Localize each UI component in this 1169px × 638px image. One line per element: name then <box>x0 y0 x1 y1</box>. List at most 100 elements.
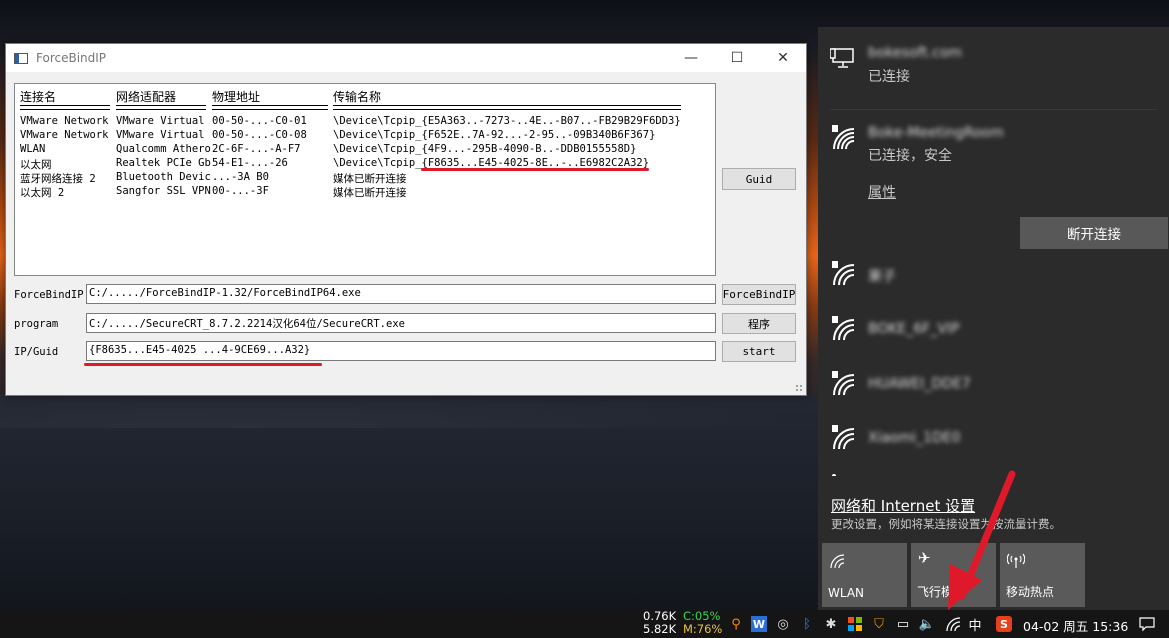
connected-wifi[interactable]: Boke-MeetingRoom 已连接，安全 属性 断开连接 <box>818 117 1169 267</box>
table-cell-mac: 2C-6F-...-A-F7 <box>212 143 301 155</box>
close-button[interactable]: ✕ <box>760 44 806 72</box>
table-cell-transport: \Device\Tcpip_{E5A363..-7273-..4E..-B07.… <box>333 115 681 127</box>
table-cell-mac: 00-50-...-C0-08 <box>212 129 307 141</box>
column-header-adapter[interactable]: 网络适配器 <box>116 88 176 105</box>
table-cell-name: 以太网 2 <box>20 187 65 199</box>
window-title: ForceBindIP <box>36 51 107 65</box>
forcebindip-path-field[interactable]: C:/...../ForceBindIP-1.32/ForceBindIP64.… <box>86 284 716 304</box>
connected-wifi-status: 已连接，安全 <box>868 148 952 164</box>
wifi-secure-icon <box>832 316 855 341</box>
table-cell-mac: 54-E1-...-26 <box>212 157 288 169</box>
wifi-secure-icon <box>832 371 855 396</box>
red-underline-annotation <box>421 168 649 171</box>
table-cell-transport: 媒体已断开连接 <box>333 173 407 185</box>
table-cell-mac: 00-50-...-C0-01 <box>212 115 307 127</box>
airplane-icon: ✈ <box>918 549 931 567</box>
program-browse-button[interactable]: 程序 <box>722 313 796 334</box>
system-usage-readout: C:05% M:76% <box>683 610 722 636</box>
wechat-icon[interactable]: ◎ <box>775 616 791 632</box>
wired-status: 已连接 <box>868 69 910 85</box>
table-cell-name: VMware Network <box>20 129 109 141</box>
program-path-field[interactable]: C:/...../SecureCRT_8.7.2.2214汉化64位/Secur… <box>86 313 716 333</box>
net-down-speed: 5.82K <box>643 622 677 636</box>
table-cell-transport: \Device\Tcpip_{F652E..7A-92...-2-95..-09… <box>333 129 656 141</box>
minimize-button[interactable]: — <box>668 44 714 72</box>
column-header-mac[interactable]: 物理地址 <box>212 88 260 105</box>
wallpaper-mountains <box>0 395 820 615</box>
wlan-tile[interactable]: WLAN <box>822 543 907 607</box>
table-cell-mac: ...-3A B0 <box>212 171 269 183</box>
ipguid-label: IP/Guid <box>14 346 59 358</box>
header-divider <box>20 105 110 110</box>
windows-defender-icon[interactable] <box>847 616 863 632</box>
red-underline-annotation <box>84 363 322 366</box>
wifi-secure-icon <box>832 425 855 450</box>
header-divider <box>116 105 206 110</box>
table-cell-transport: \Device\Tcpip_{4F9...-295B-4090-B..-DDB0… <box>333 143 637 155</box>
maximize-button[interactable]: ☐ <box>714 44 760 72</box>
wifi-icon <box>830 554 845 569</box>
forcebindip-window: ForceBindIP — ☐ ✕ 连接名 网络适配器 物理地址 传输名称 VM… <box>5 43 807 396</box>
bluetooth-icon[interactable]: ᛒ <box>799 616 815 632</box>
app-icon <box>14 52 28 64</box>
wifi-network-name: Xiaomi_1DE0 <box>868 430 961 446</box>
table-cell-mac: 00-...-3F <box>212 185 269 197</box>
guid-button[interactable]: Guid <box>722 168 796 190</box>
start-button[interactable]: start <box>722 341 796 362</box>
header-divider <box>212 105 328 110</box>
title-bar[interactable]: ForceBindIP — ☐ ✕ <box>6 44 806 72</box>
wlan-tile-label: WLAN <box>828 586 865 600</box>
network-speed-readout: 0.76K 5.82K <box>643 610 676 636</box>
red-arrow-annotation <box>948 470 1016 610</box>
wifi-secure-icon <box>832 261 855 286</box>
table-cell-adapter: VMware Virtual <box>116 129 205 141</box>
ethernet-icon <box>830 48 854 68</box>
more-networks-peek <box>832 474 836 480</box>
sogou-ime-icon[interactable]: S <box>996 616 1012 632</box>
wired-connection[interactable]: bokesoft.com 已连接 <box>818 27 1169 107</box>
forcebindip-browse-button[interactable]: ForceBindIP <box>722 284 796 305</box>
volume-icon[interactable]: 🔈 <box>919 616 935 632</box>
header-divider <box>333 105 681 110</box>
clock[interactable]: 04-02 周五 15:36 <box>1023 616 1128 635</box>
properties-link[interactable]: 属性 <box>868 182 896 202</box>
notification-center-icon[interactable] <box>1139 616 1155 632</box>
disconnect-button[interactable]: 断开连接 <box>1020 217 1168 249</box>
column-header-transport[interactable]: 传输名称 <box>333 88 381 105</box>
wired-network-name: bokesoft.com <box>868 45 963 61</box>
shield-icon[interactable]: ⛉ <box>871 616 887 632</box>
network-tray-icon[interactable] <box>945 616 961 632</box>
table-cell-name: 蓝牙网络连接 2 <box>20 173 96 185</box>
divider <box>830 109 1157 110</box>
forcebindip-label: ForceBindIP <box>14 289 84 301</box>
table-cell-adapter: Bluetooth Devic <box>116 171 211 183</box>
app-tray-icon[interactable]: ✱ <box>823 616 839 632</box>
wifi-network-name: BOKE_6F_VIP <box>868 321 960 337</box>
column-header-name[interactable]: 连接名 <box>20 88 56 105</box>
battery-icon[interactable]: ▭ <box>895 616 911 632</box>
wifi-network-name: 果子 <box>868 269 896 285</box>
connected-wifi-name: Boke-MeetingRoom <box>868 125 1004 141</box>
ipguid-field[interactable]: {F8635...E45-4025 ...4-9CE69...A32} <box>86 341 716 361</box>
ime-indicator[interactable]: 中 <box>967 616 983 634</box>
table-cell-adapter: Realtek PCIe Gb <box>116 157 211 169</box>
wifi-network-item[interactable]: 果子 <box>818 257 1169 297</box>
table-cell-name: WLAN <box>20 143 46 155</box>
word-app-icon[interactable]: W <box>751 616 767 632</box>
wifi-network-item[interactable]: HUAWEI_DDE7 <box>818 367 1169 407</box>
table-cell-adapter: Sangfor SSL VPN <box>116 185 211 197</box>
taskbar: 0.76K 5.82K C:05% M:76% ⚲ W ◎ ᛒ ✱ ⛉ ▭ 🔈 … <box>0 610 1169 638</box>
table-cell-adapter: Qualcomm Athero <box>116 143 211 155</box>
program-label: program <box>14 318 59 330</box>
resize-grip[interactable] <box>795 384 803 392</box>
memory-usage: M:76% <box>683 622 723 636</box>
wifi-network-name: HUAWEI_DDE7 <box>868 376 971 392</box>
wifi-network-item[interactable]: BOKE_6F_VIP <box>818 312 1169 352</box>
wifi-secure-icon <box>832 125 855 150</box>
table-cell-name: VMware Network <box>20 115 109 127</box>
connection-list[interactable]: 连接名 网络适配器 物理地址 传输名称 VMware Network VMware… <box>14 83 716 276</box>
search-tool-icon[interactable]: ⚲ <box>728 616 744 632</box>
table-cell-adapter: VMware Virtual <box>116 115 205 127</box>
table-cell-name: 以太网 <box>20 159 52 171</box>
wifi-network-item[interactable]: Xiaomi_1DE0 <box>818 421 1169 461</box>
